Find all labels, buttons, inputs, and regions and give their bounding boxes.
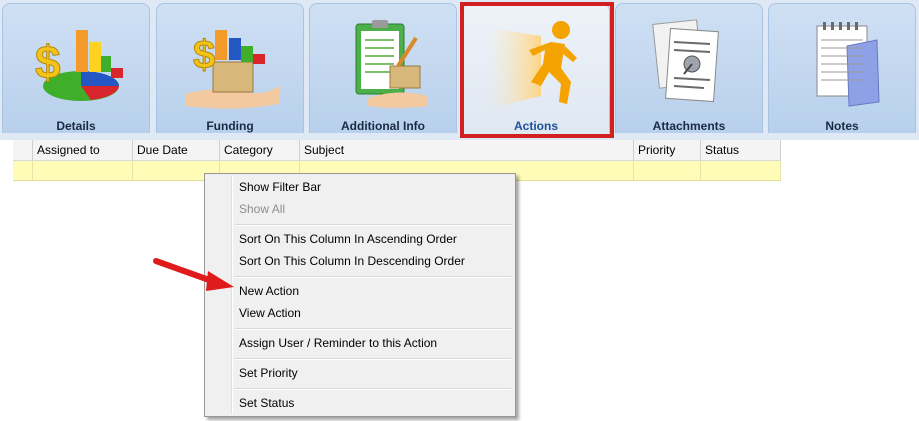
tab-notes[interactable]: Notes — [768, 3, 916, 133]
menu-item-show-filter-bar[interactable]: Show Filter Bar — [239, 180, 321, 194]
tab-funding[interactable]: $ Funding — [156, 3, 304, 133]
menu-item-set-status[interactable]: Set Status — [239, 396, 294, 410]
col-category[interactable]: Category — [220, 140, 300, 160]
tab-label: Attachments — [652, 119, 726, 133]
money-box-icon: $ — [185, 30, 279, 109]
menu-separator — [235, 358, 511, 360]
notepad-icon — [816, 22, 880, 107]
tab-label: Actions — [513, 119, 558, 133]
menu-separator — [235, 276, 511, 278]
menu-item-show-all: Show All — [239, 202, 286, 216]
menu-item-sort-ascending[interactable]: Sort On This Column In Ascending Order — [239, 232, 457, 246]
clipboard-icon — [355, 20, 428, 108]
tab-actions[interactable]: Actions — [462, 3, 610, 133]
col-subject[interactable]: Subject — [300, 140, 634, 160]
tab-attachments[interactable]: Attachments — [615, 3, 763, 133]
running-man-icon — [489, 21, 577, 108]
svg-text:$: $ — [193, 33, 215, 77]
tab-bar: $ Details $ Funding Additional Info Acti… — [0, 0, 919, 140]
menu-separator — [235, 388, 511, 390]
menu-item-assign-user-reminder[interactable]: Assign User / Reminder to this Action — [239, 336, 437, 350]
documents-pin-icon — [652, 19, 719, 103]
menu-item-set-priority[interactable]: Set Priority — [239, 366, 298, 380]
menu-separator — [235, 328, 511, 330]
tab-label: Additional Info — [341, 119, 425, 133]
svg-text:$: $ — [35, 36, 61, 88]
financial-chart-icon: $ — [35, 30, 123, 101]
menu-item-new-action[interactable]: New Action — [239, 284, 299, 298]
context-menu: Show Filter Bar Show All Sort On This Co… — [204, 173, 516, 417]
tab-label: Funding — [206, 119, 254, 133]
tab-label: Details — [56, 119, 96, 133]
grid-left-strip — [0, 140, 13, 421]
grid-header: Assigned to Due Date Category Subject Pr… — [13, 140, 781, 161]
menu-gutter — [231, 176, 233, 414]
tab-label: Notes — [825, 119, 859, 133]
grid-header-indicator[interactable] — [13, 140, 33, 160]
menu-separator — [235, 224, 511, 226]
menu-item-sort-descending[interactable]: Sort On This Column In Descending Order — [239, 254, 465, 268]
col-priority[interactable]: Priority — [634, 140, 701, 160]
col-due-date[interactable]: Due Date — [133, 140, 220, 160]
tab-details[interactable]: $ Details — [2, 3, 150, 133]
menu-item-view-action[interactable]: View Action — [239, 306, 301, 320]
col-status[interactable]: Status — [701, 140, 781, 160]
tab-additional-info[interactable]: Additional Info — [309, 3, 457, 133]
col-assigned-to[interactable]: Assigned to — [33, 140, 133, 160]
